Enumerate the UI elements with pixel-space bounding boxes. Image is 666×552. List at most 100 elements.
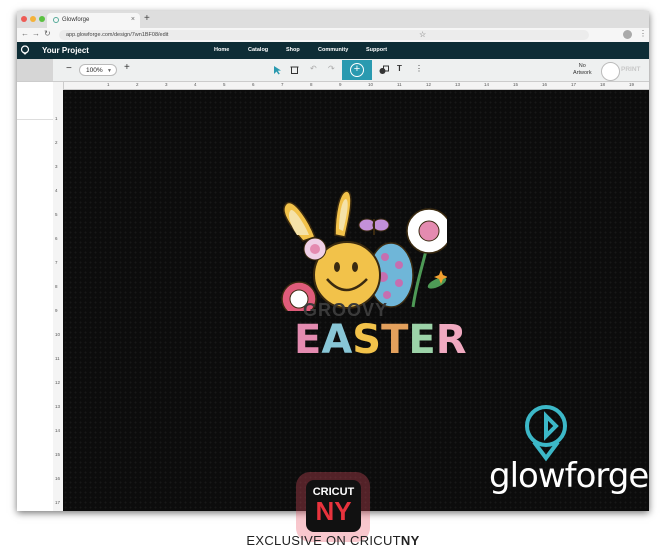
ruler-tick-label: 6	[55, 236, 58, 241]
address-bar-row: ← → ↻ app.glowforge.com/design/7wn1BF08/…	[17, 28, 649, 43]
ruler-tick-label: 10	[368, 82, 374, 87]
easter-letter: R	[435, 317, 467, 363]
ruler-tick-label: 15	[55, 452, 61, 457]
ruler-tick-label: 7	[281, 82, 284, 87]
trash-icon[interactable]	[290, 65, 299, 74]
reload-button[interactable]: ↻	[44, 29, 51, 38]
daisy-flower-icon	[406, 208, 447, 308]
ruler-tick-label: 5	[55, 212, 58, 217]
glowforge-logo-icon[interactable]	[20, 45, 30, 55]
easter-letter: E	[294, 317, 322, 363]
glowforge-watermark: glowforge	[489, 456, 649, 496]
back-button[interactable]: ←	[21, 29, 29, 38]
ruler-tick-label: 17	[55, 500, 61, 505]
new-tab-button[interactable]: +	[144, 13, 150, 24]
ruler-tick-label: 5	[223, 82, 226, 87]
maximize-window-icon[interactable]	[39, 16, 45, 22]
easter-letter: E	[408, 317, 436, 363]
ruler-tick-label: 2	[136, 82, 139, 87]
minimize-window-icon[interactable]	[30, 16, 36, 22]
tab-title: Glowforge	[62, 17, 90, 23]
ruler-tick-label: 15	[513, 82, 519, 87]
ruler-tick-label: 14	[55, 428, 61, 433]
glowforge-watermark-icon	[525, 405, 567, 462]
browser-menu-icon[interactable]: ⋮	[639, 29, 647, 38]
easter-letter: T	[381, 317, 409, 363]
easter-letter: A	[321, 317, 353, 363]
ruler-tick-label: 10	[55, 332, 61, 337]
no-artwork-line-2: Artwork	[573, 70, 592, 76]
small-flower-icon	[303, 237, 327, 261]
exclusive-caption: EXCLUSIVE ON CRICUTNY	[0, 533, 666, 548]
zoom-value: 100%	[86, 67, 103, 74]
zoom-select[interactable]: 100% ▼	[79, 64, 117, 76]
close-tab-icon[interactable]: ×	[131, 16, 135, 23]
ruler-tick-label: 12	[426, 82, 432, 87]
left-panel	[17, 82, 54, 511]
profile-avatar[interactable]	[623, 30, 632, 39]
close-window-icon[interactable]	[21, 16, 27, 22]
ruler-tick-label: 17	[571, 82, 577, 87]
nav-community[interactable]: Community	[318, 47, 348, 53]
nav-support[interactable]: Support	[366, 47, 387, 53]
url-field[interactable]: app.glowforge.com/design/7wn1BF08/edit	[59, 30, 589, 40]
ruler-tick-label: 4	[194, 82, 197, 87]
bunny-ears-icon	[283, 190, 352, 242]
ruler-tick-label: 7	[55, 260, 58, 265]
select-arrow-icon[interactable]	[273, 65, 282, 75]
nav-home[interactable]: Home	[214, 47, 229, 53]
zoom-in-button[interactable]: +	[124, 62, 130, 73]
ruler-tick-label: 2	[55, 140, 58, 145]
ruler-tick-label: 8	[55, 284, 58, 289]
ruler-tick-label: 16	[542, 82, 548, 87]
ruler-tick-label: 13	[55, 404, 61, 409]
center-artwork-button[interactable]: +	[342, 60, 372, 80]
editor-toolbar: − 100% ▼ + ↶ ↷ + T ⋮ No Artwork PRINT	[17, 59, 649, 82]
bookmark-star-icon[interactable]: ☆	[419, 30, 426, 39]
browser-tab-bar: Glowforge × +	[17, 11, 649, 28]
butterfly-icon	[358, 218, 390, 235]
ruler-tick-label: 11	[55, 356, 60, 361]
text-tool-icon[interactable]: T	[397, 64, 402, 73]
badge-bottom-text: NY	[315, 496, 352, 526]
forward-button[interactable]: →	[32, 29, 40, 38]
ruler-tick-label: 16	[55, 476, 61, 481]
ruler-tick-label: 3	[165, 82, 168, 87]
print-toggle[interactable]	[601, 62, 620, 81]
undo-icon[interactable]: ↶	[310, 64, 317, 73]
nav-shop[interactable]: Shop	[286, 47, 300, 53]
no-artwork-line-1: No	[578, 63, 586, 69]
zoom-out-button[interactable]: −	[66, 63, 72, 74]
cricutny-badge: CRICUT NY	[306, 480, 361, 532]
ruler-tick-label: 1	[107, 82, 110, 87]
exclusive-suffix: NY	[400, 533, 420, 548]
ruler-tick-label: 8	[310, 82, 313, 87]
browser-tab[interactable]: Glowforge ×	[47, 13, 140, 28]
easter-text: EASTER	[294, 317, 467, 363]
ruler-tick-label: 18	[600, 82, 606, 87]
easter-artwork[interactable]	[257, 179, 447, 311]
crosshair-icon: +	[350, 63, 364, 77]
top-ruler: 1234567891011121314151617181920	[63, 82, 649, 90]
ruler-tick-label: 19	[629, 82, 635, 87]
exclusive-prefix: EXCLUSIVE ON CRICUT	[246, 533, 401, 548]
chevron-down-icon: ▼	[107, 68, 112, 74]
favicon-icon	[53, 17, 59, 23]
no-artwork-status: No Artwork	[573, 63, 592, 77]
ruler-tick-label: 1	[55, 116, 58, 121]
app-header: Your Project Home Catalog Shop Community…	[17, 42, 649, 59]
shapes-icon[interactable]	[379, 65, 389, 75]
ruler-tick-label: 9	[55, 308, 58, 313]
panel-divider	[17, 119, 53, 120]
more-options-icon[interactable]: ⋮	[415, 64, 423, 73]
toolbar-left-panel	[17, 59, 53, 81]
ruler-tick-label: 3	[55, 164, 58, 169]
print-button[interactable]: PRINT	[621, 66, 641, 73]
ruler-tick-label: 11	[397, 82, 402, 87]
nav-catalog[interactable]: Catalog	[248, 47, 268, 53]
ruler-tick-label: 9	[339, 82, 342, 87]
redo-icon[interactable]: ↷	[328, 64, 335, 73]
ruler-tick-label: 14	[484, 82, 490, 87]
ruler-tick-label: 13	[455, 82, 461, 87]
project-title[interactable]: Your Project	[42, 46, 89, 55]
